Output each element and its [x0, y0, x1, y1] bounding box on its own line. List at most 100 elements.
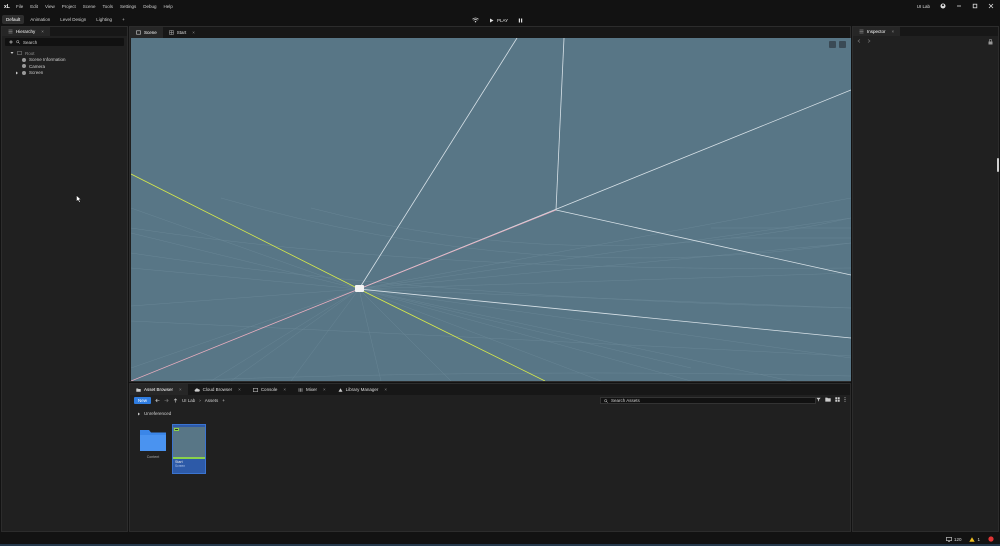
- menu-edit[interactable]: Edit: [30, 4, 38, 9]
- side-scroll-handle[interactable]: [997, 158, 999, 172]
- layout-tab-animation[interactable]: Animation: [26, 15, 54, 24]
- pause-icon[interactable]: [518, 18, 523, 24]
- tab-hierarchy[interactable]: Hierarchy ×: [2, 27, 50, 36]
- tab-asset-browser[interactable]: Asset Browser ×: [130, 384, 188, 395]
- forward-icon[interactable]: [867, 38, 871, 43]
- menu-file[interactable]: File: [16, 4, 23, 9]
- close-tab-icon[interactable]: ×: [238, 387, 241, 392]
- filter-icon[interactable]: [816, 397, 821, 402]
- asset-group-header[interactable]: Unreferenced: [137, 411, 171, 416]
- inspector-header: Inspector ×: [853, 27, 998, 36]
- search-icon: [604, 398, 608, 403]
- viewport-header: Scene Start ×: [130, 27, 850, 38]
- list-icon: [8, 29, 13, 34]
- close-tab-icon[interactable]: ×: [192, 30, 195, 35]
- chevron-right-icon[interactable]: [137, 412, 141, 416]
- close-tab-icon[interactable]: ×: [283, 387, 286, 392]
- tab-inspector[interactable]: Inspector ×: [853, 27, 901, 36]
- layout-tab-lighting[interactable]: Lighting: [92, 15, 116, 24]
- camera-gizmo-icon[interactable]: [355, 285, 364, 292]
- close-icon[interactable]: [988, 3, 994, 10]
- camera-icon: [22, 64, 26, 69]
- asset-folder-content[interactable]: Content: [136, 424, 170, 474]
- inspector-toolbar: [853, 36, 998, 45]
- tab-start[interactable]: Start ×: [163, 27, 201, 38]
- status-bar: 120 1: [0, 532, 1000, 546]
- new-asset-button[interactable]: New: [134, 396, 152, 404]
- close-tab-icon[interactable]: ×: [179, 387, 182, 392]
- account-icon[interactable]: [940, 3, 946, 10]
- asset-group-label: Unreferenced: [144, 411, 172, 416]
- scene-viewport-panel: Scene Start ×: [129, 26, 851, 382]
- wifi-icon[interactable]: [472, 17, 479, 24]
- grid-icon: [169, 30, 174, 35]
- menu-tools[interactable]: Tools: [103, 4, 114, 9]
- tab-cloud-browser[interactable]: Cloud Browser ×: [188, 384, 247, 395]
- layout-tab-default[interactable]: Default: [2, 15, 25, 24]
- mixer-icon: [298, 387, 303, 392]
- close-tab-icon[interactable]: ×: [41, 29, 44, 34]
- back-icon[interactable]: [155, 398, 160, 403]
- play-icon: [490, 18, 494, 23]
- add-icon[interactable]: [9, 40, 13, 44]
- warning-icon: [969, 537, 976, 542]
- minimize-icon[interactable]: [956, 3, 962, 10]
- viewport-camera-icon[interactable]: [839, 41, 846, 48]
- tab-console[interactable]: Console ×: [247, 384, 292, 395]
- add-layout-button[interactable]: +: [118, 15, 129, 24]
- user-name[interactable]: UI Lab: [917, 4, 930, 9]
- menu-view[interactable]: View: [45, 4, 55, 9]
- up-icon[interactable]: [173, 397, 178, 403]
- close-tab-icon[interactable]: ×: [892, 29, 895, 34]
- window-controls: UI Lab: [917, 3, 994, 10]
- search-icon: [16, 40, 20, 44]
- breadcrumb-assets[interactable]: Assets: [205, 398, 219, 403]
- menu-debug[interactable]: Debug: [143, 4, 156, 9]
- menu-settings[interactable]: Settings: [120, 4, 136, 9]
- scene-icon: [17, 51, 22, 55]
- chevron-down-icon[interactable]: [10, 51, 14, 55]
- bottom-panel-tabs: Asset Browser × Cloud Browser × Console …: [130, 384, 850, 395]
- menu-help[interactable]: Help: [164, 4, 173, 9]
- layout-tab-level-design[interactable]: Level Design: [56, 15, 90, 24]
- more-options-icon[interactable]: [844, 397, 846, 402]
- hierarchy-header: Hierarchy ×: [2, 27, 127, 36]
- search-placeholder: Search Assets: [611, 398, 640, 403]
- folder-icon: [136, 388, 141, 392]
- tab-mixer[interactable]: Mixer ×: [292, 384, 332, 395]
- scene-tab-icon: [136, 30, 141, 35]
- close-tab-icon[interactable]: ×: [323, 387, 326, 392]
- search-placeholder: Search: [23, 39, 38, 45]
- tab-library-manager[interactable]: Library Manager ×: [332, 384, 393, 395]
- fps-value: 120: [953, 537, 962, 542]
- breadcrumb-project[interactable]: UI Lab: [182, 398, 195, 403]
- viewport-options-icon[interactable]: [829, 41, 836, 48]
- layout-bar: Default Animation Level Design Lighting …: [0, 14, 1000, 26]
- forward-icon[interactable]: [164, 398, 169, 403]
- warnings-count: 1: [977, 537, 980, 542]
- grid-view-icon[interactable]: [835, 397, 840, 402]
- error-icon[interactable]: [988, 536, 994, 543]
- play-button[interactable]: PLAY: [489, 18, 508, 23]
- warnings-indicator[interactable]: 1: [969, 537, 980, 542]
- menu-scene[interactable]: Scene: [83, 4, 96, 9]
- tab-scene[interactable]: Scene: [130, 27, 163, 38]
- close-tab-icon[interactable]: ×: [384, 387, 387, 392]
- maximize-icon[interactable]: [972, 3, 978, 10]
- breadcrumb-add-icon[interactable]: +: [222, 398, 225, 403]
- asset-search-input[interactable]: Search Assets: [600, 397, 816, 404]
- scene-viewport[interactable]: [131, 38, 851, 381]
- back-icon[interactable]: [857, 38, 861, 43]
- hierarchy-search-input[interactable]: Search: [5, 38, 124, 46]
- chevron-right-icon[interactable]: [15, 71, 19, 75]
- new-folder-icon[interactable]: [825, 397, 831, 402]
- fps-indicator[interactable]: 120: [946, 537, 962, 542]
- asset-view-controls: [816, 397, 846, 402]
- asset-name: Content: [146, 455, 160, 459]
- play-label: PLAY: [497, 18, 509, 23]
- asset-browser-panel: Asset Browser × Cloud Browser × Console …: [129, 383, 851, 532]
- menu-project[interactable]: Project: [62, 4, 76, 9]
- lock-icon[interactable]: [988, 39, 993, 45]
- tree-item-screen[interactable]: Screen: [10, 70, 127, 77]
- asset-screen-start[interactable]: Start Screen: [172, 424, 206, 474]
